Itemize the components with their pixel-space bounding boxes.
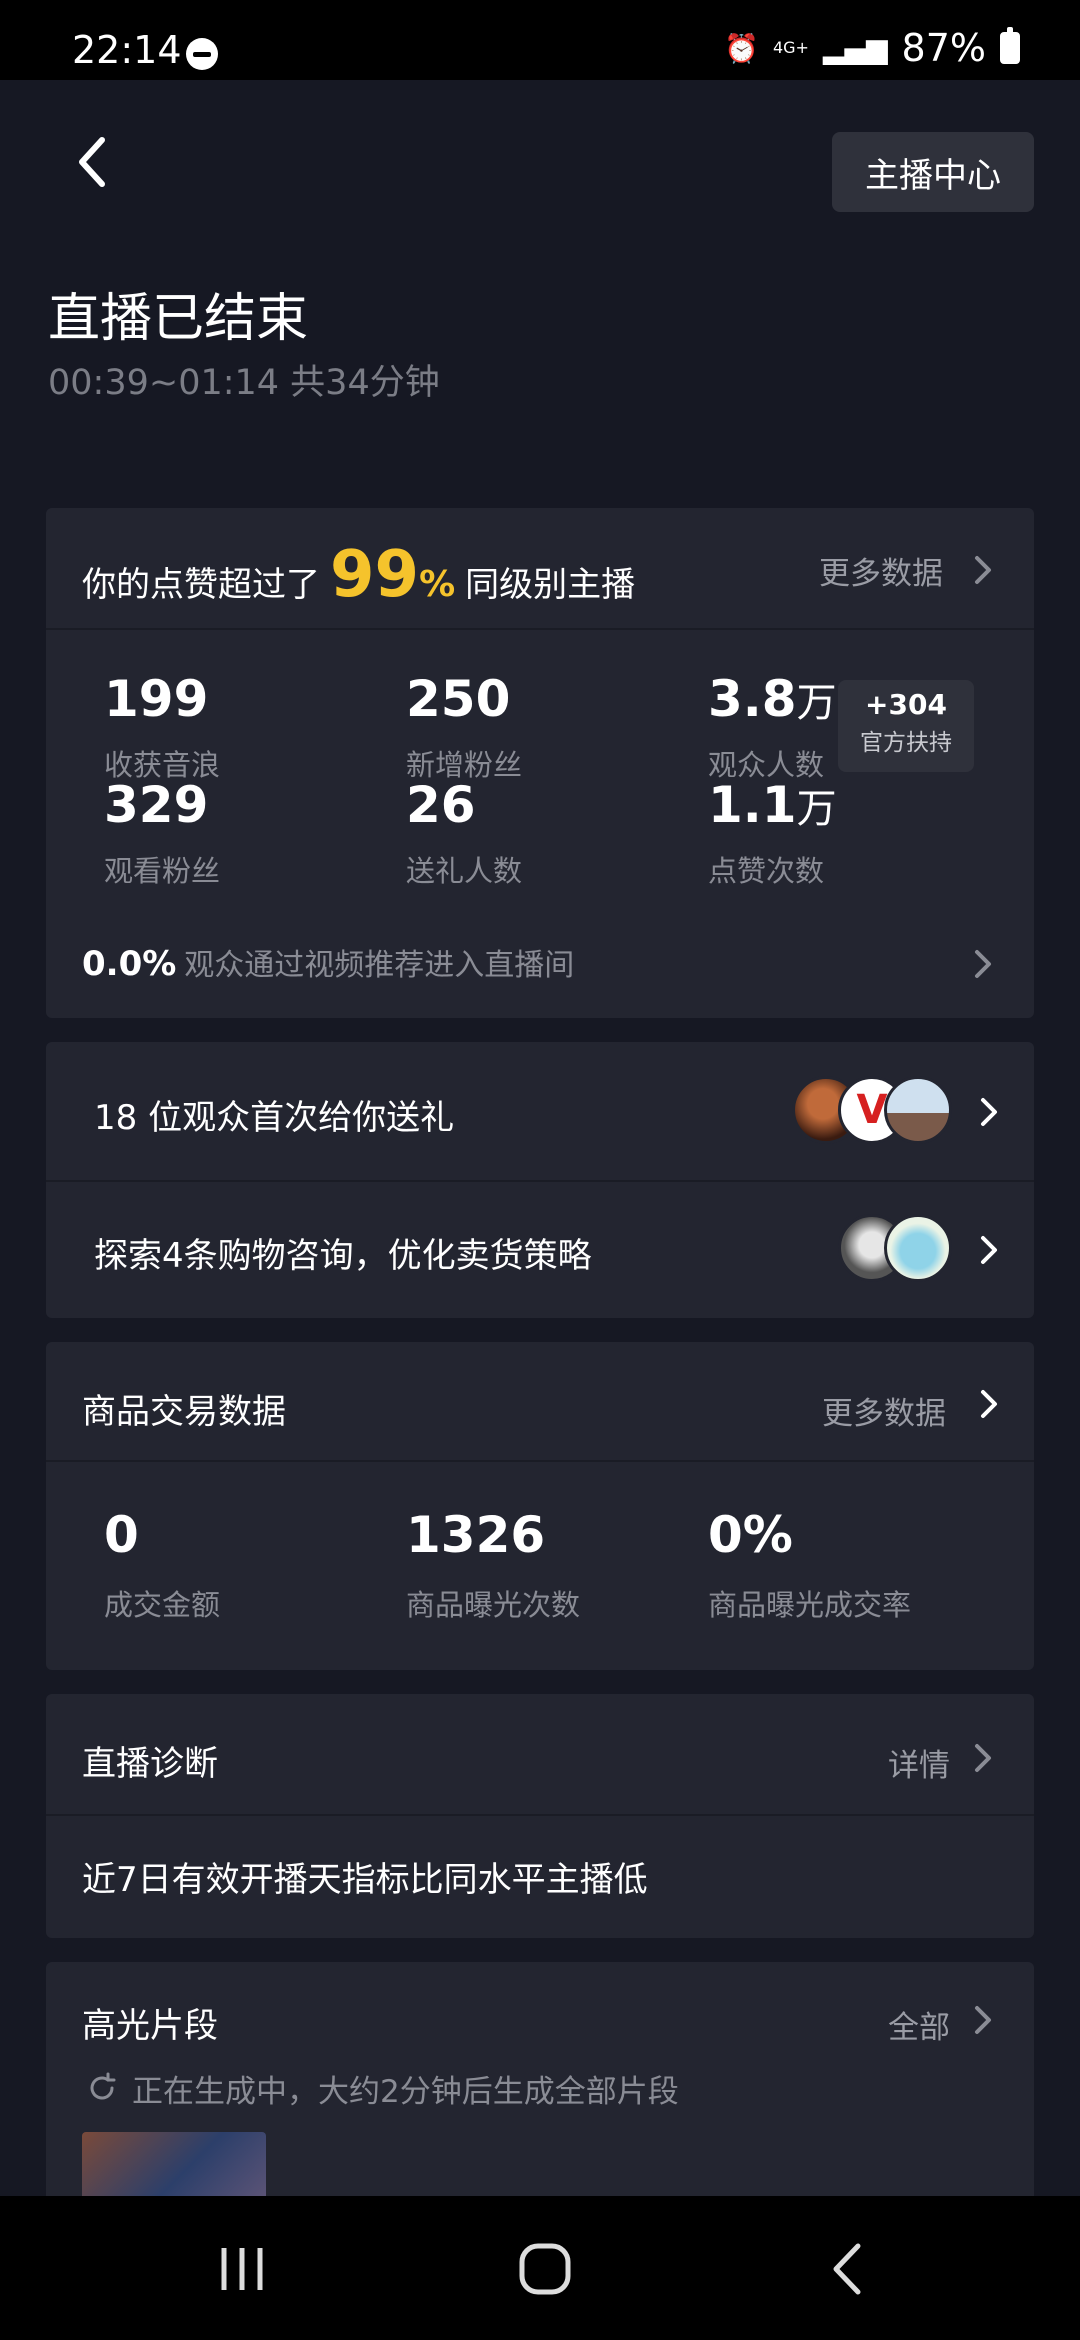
page-title: 直播已结束 bbox=[48, 289, 309, 349]
stat-label: 商品曝光成交率 bbox=[708, 1588, 912, 1622]
first-gift-row[interactable]: 18 位观众首次给你送礼 bbox=[94, 1090, 454, 1139]
avatar bbox=[884, 1076, 952, 1144]
battery-icon bbox=[1000, 27, 1020, 64]
dnd-icon bbox=[186, 38, 218, 70]
chevron-right-icon[interactable] bbox=[978, 1232, 1000, 1268]
home-icon[interactable] bbox=[518, 2242, 572, 2296]
alarm-icon: ⏰ bbox=[724, 31, 759, 65]
chevron-right-icon[interactable] bbox=[972, 552, 994, 588]
stat-value: 26 bbox=[406, 776, 476, 834]
chevron-right-icon[interactable] bbox=[972, 2002, 994, 2038]
chevron-right-icon[interactable] bbox=[972, 946, 994, 982]
stat-value: 0 bbox=[104, 1506, 139, 1564]
refresh-icon bbox=[86, 2072, 118, 2104]
recommend-value: 0.0% bbox=[82, 944, 177, 984]
stat-unit: 万 bbox=[796, 786, 837, 832]
signal-icon: ▂▄▆ bbox=[822, 31, 888, 65]
badge-label: 官方扶持 bbox=[860, 730, 952, 756]
status-bar: 22:14 ⏰ 4G+ ▂▄▆ 87% bbox=[0, 0, 1080, 80]
likes-rank-row: 你的点赞超过了 99 % 同级别主播 bbox=[82, 538, 635, 612]
divider bbox=[46, 1460, 1034, 1462]
badge-value: +304 bbox=[865, 688, 947, 721]
stat-label: 观看粉丝 bbox=[104, 854, 221, 888]
status-right: ⏰ 4G+ ▂▄▆ 87% bbox=[724, 26, 1020, 70]
stat-number: 3.8 bbox=[708, 670, 797, 728]
likes-percent: 99 bbox=[330, 538, 420, 612]
divider bbox=[46, 1814, 1034, 1816]
diagnosis-title: 直播诊断 bbox=[82, 1744, 218, 1784]
back-icon[interactable] bbox=[70, 132, 120, 192]
network-label: 4G+ bbox=[772, 38, 809, 57]
stat-value: 1326 bbox=[406, 1506, 546, 1564]
anchor-center-button[interactable]: 主播中心 bbox=[832, 132, 1034, 212]
likes-suffix: 同级别主播 bbox=[465, 565, 636, 605]
more-data-link[interactable]: 更多数据 bbox=[819, 548, 943, 593]
stat-label: 商品曝光次数 bbox=[406, 1588, 581, 1622]
stat-value: 329 bbox=[104, 776, 209, 834]
stat-label: 送礼人数 bbox=[406, 854, 523, 888]
likes-percent-sign: % bbox=[419, 564, 456, 605]
stat-value: 0% bbox=[708, 1506, 793, 1564]
recommend-text: 观众通过视频推荐进入直播间 bbox=[184, 948, 575, 983]
avatar bbox=[884, 1214, 952, 1282]
highlight-all-link[interactable]: 全部 bbox=[888, 2002, 950, 2047]
commerce-title: 商品交易数据 bbox=[82, 1392, 286, 1432]
stat-label: 点赞次数 bbox=[708, 854, 825, 888]
battery-percent: 87% bbox=[901, 26, 986, 70]
nav-back-icon[interactable] bbox=[828, 2240, 868, 2298]
likes-prefix: 你的点赞超过了 bbox=[82, 565, 320, 605]
diagnosis-card: 直播诊断 详情 近7日有效开播天指标比同水平主播低 bbox=[46, 1694, 1034, 1938]
diagnosis-text: 近7日有效开播天指标比同水平主播低 bbox=[82, 1860, 648, 1900]
divider bbox=[46, 1180, 1034, 1182]
divider bbox=[46, 628, 1034, 630]
stat-value: 199 bbox=[104, 670, 209, 728]
chevron-right-icon[interactable] bbox=[978, 1094, 1000, 1130]
chevron-right-icon[interactable] bbox=[978, 1386, 1000, 1422]
recent-apps-icon[interactable] bbox=[218, 2242, 266, 2296]
gift-shopping-card: 18 位观众首次给你送礼 V 探索4条购物咨询，优化卖货策略 bbox=[46, 1042, 1034, 1318]
live-stats-card: 你的点赞超过了 99 % 同级别主播 更多数据 199 收获音浪 250 新增粉… bbox=[46, 508, 1034, 1018]
highlight-status: 正在生成中，大约2分钟后生成全部片段 bbox=[132, 2074, 679, 2110]
stat-unit: 万 bbox=[796, 680, 837, 726]
chevron-right-icon[interactable] bbox=[972, 1740, 994, 1776]
commerce-more-link[interactable]: 更多数据 bbox=[822, 1388, 946, 1433]
stat-value: 1.1万 bbox=[708, 776, 837, 834]
highlight-title: 高光片段 bbox=[82, 2006, 218, 2046]
live-duration: 00:39~01:14 共34分钟 bbox=[48, 363, 440, 403]
system-nav-bar bbox=[0, 2196, 1080, 2340]
recommend-row[interactable]: 0.0% 观众通过视频推荐进入直播间 bbox=[82, 940, 574, 984]
commerce-data-card: 商品交易数据 更多数据 0 成交金额 1326 商品曝光次数 0% 商品曝光成交… bbox=[46, 1342, 1034, 1670]
status-time: 22:14 bbox=[72, 28, 182, 72]
stat-value: 250 bbox=[406, 670, 511, 728]
stat-number: 1.1 bbox=[708, 776, 797, 834]
official-support-badge: +304 官方扶持 bbox=[838, 680, 974, 772]
shopping-consult-row[interactable]: 探索4条购物咨询，优化卖货策略 bbox=[94, 1228, 592, 1277]
stat-value: 3.8万 bbox=[708, 670, 837, 728]
diagnosis-detail-link[interactable]: 详情 bbox=[888, 1740, 950, 1785]
stat-label: 成交金额 bbox=[104, 1588, 221, 1622]
